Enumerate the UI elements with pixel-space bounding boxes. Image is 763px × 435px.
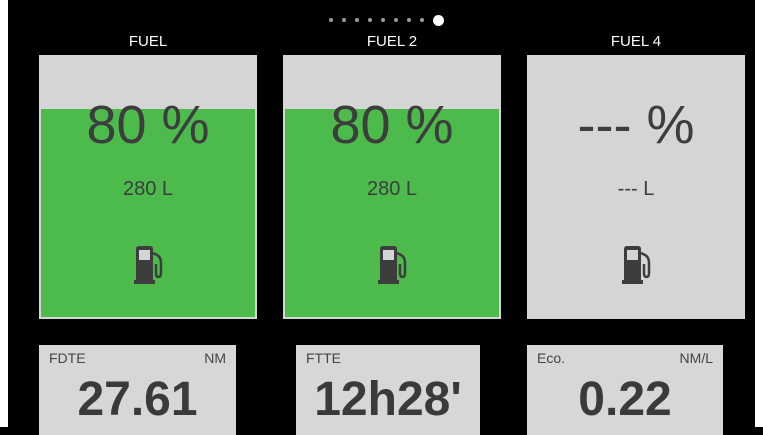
info-fdte-unit: NM	[204, 350, 226, 366]
page-dot-1[interactable]	[329, 18, 333, 22]
fuel-pump-icon	[134, 246, 163, 284]
page-dot-8[interactable]	[420, 18, 424, 22]
right-edge-bar	[755, 0, 763, 427]
page-dot-6[interactable]	[394, 18, 398, 22]
info-fdte-value: 27.61	[77, 373, 198, 426]
page-dot-3[interactable]	[355, 18, 359, 22]
tank-2-percent: 80 %	[330, 95, 454, 155]
fuel-pump-icon	[378, 246, 407, 284]
tank-3-title: FUEL 4	[610, 33, 662, 50]
info-ftte-value: 12h28'	[314, 373, 462, 426]
page-dot-5[interactable]	[381, 18, 385, 22]
fuel-pump-icon	[622, 246, 651, 284]
info-ftte-label: FTTE	[306, 350, 341, 366]
tank-1-volume: 280 L	[122, 178, 174, 200]
page-dot-2[interactable]	[342, 18, 346, 22]
info-eco-label: Eco.	[537, 350, 566, 366]
page-dot-4[interactable]	[368, 18, 372, 22]
tank-3-gauge[interactable]: --- % --- L	[527, 55, 745, 319]
tank-2-title: FUEL 2	[366, 33, 418, 50]
info-box-eco[interactable]: Eco. NM/L 0.22	[527, 345, 723, 435]
tank-1-percent: 80 %	[86, 95, 210, 155]
tank-1-title: FUEL	[128, 33, 168, 50]
info-eco-value: 0.22	[578, 373, 672, 426]
tank-1-gauge[interactable]: 80 % 280 L	[39, 55, 257, 319]
tank-3-volume: --- L	[617, 178, 655, 200]
info-eco-unit: NM/L	[679, 350, 713, 366]
page-dot-9-active[interactable]	[433, 14, 444, 26]
info-fdte-label: FDTE	[49, 350, 86, 366]
tank-3-percent: --- %	[577, 95, 695, 155]
page-indicator[interactable]	[0, 13, 763, 27]
tank-2-volume: 280 L	[366, 178, 418, 200]
info-box-fdte[interactable]: FDTE NM 27.61	[39, 345, 236, 435]
left-edge-bar	[0, 0, 8, 427]
info-box-ftte[interactable]: FTTE 12h28'	[296, 345, 480, 435]
page-dot-7[interactable]	[407, 18, 411, 22]
tank-2-gauge[interactable]: 80 % 280 L	[283, 55, 501, 319]
